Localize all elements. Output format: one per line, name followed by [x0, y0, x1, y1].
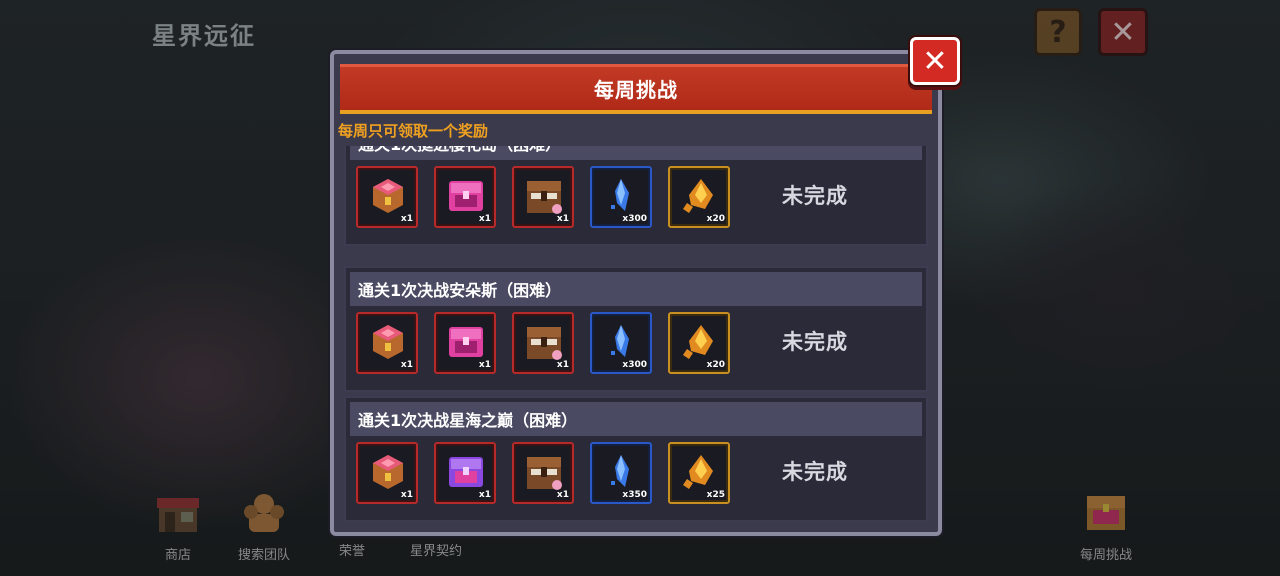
reward-slot[interactable]: x350 — [590, 442, 652, 504]
nav-search-team[interactable]: 搜索团队 — [224, 490, 304, 563]
challenge-title: 通关1次决战安朵斯（困难） — [358, 281, 562, 300]
wooden-chest-icon — [527, 457, 562, 490]
reward-slot[interactable]: x300 — [590, 312, 652, 374]
reward-quantity: x300 — [622, 360, 647, 370]
reward-quantity: x1 — [400, 360, 413, 370]
reward-slot[interactable]: x1 — [356, 312, 418, 374]
ruby-chest-icon — [373, 179, 403, 213]
challenge-list[interactable]: 通关1次挺进樱花岛（困难） x1 x1 x1 x300 x20 — [344, 146, 928, 526]
challenge-status: 未完成 — [782, 330, 848, 354]
blue-crystal-icon — [611, 325, 629, 357]
challenge-card-header: 通关1次挺进樱花岛（困难） — [350, 146, 922, 160]
reward-slot[interactable]: x20 — [668, 166, 730, 228]
reward-slot[interactable]: x300 — [590, 166, 652, 228]
pink-treasure-icon — [449, 327, 483, 357]
reward-quantity: x1 — [556, 490, 569, 500]
team-icon — [244, 494, 284, 532]
shop-icon — [157, 498, 199, 532]
nav-honor-label: 荣誉 — [338, 544, 365, 559]
nav-star-contract-label: 星界契约 — [409, 544, 462, 559]
dialog-header: 每周挑战 — [340, 64, 932, 114]
challenge-title: 通关1次挺进樱花岛（困难） — [358, 146, 561, 155]
ruby-chest-icon — [373, 325, 403, 359]
reward-quantity: x20 — [706, 214, 725, 224]
challenge-card-header: 通关1次决战安朵斯（困难） — [350, 272, 922, 306]
pink-treasure-icon — [449, 181, 483, 211]
dialog-title: 每周挑战 — [594, 78, 678, 102]
reward-quantity: x1 — [478, 490, 491, 500]
reward-slot[interactable]: x1 — [434, 312, 496, 374]
question-icon: ? — [1049, 14, 1067, 50]
reward-slot[interactable]: x20 — [668, 312, 730, 374]
exit-button[interactable]: ✕ — [1098, 8, 1148, 56]
challenge-status: 未完成 — [782, 184, 848, 208]
wooden-chest-icon — [527, 181, 562, 214]
reward-quantity: x300 — [622, 214, 647, 224]
treasure-chest-icon — [1087, 496, 1125, 530]
reward-quantity: x25 — [706, 490, 725, 500]
challenge-status: 未完成 — [782, 460, 848, 484]
reward-quantity: x1 — [478, 360, 491, 370]
reward-quantity: x1 — [400, 214, 413, 224]
gold-crystal-icon — [683, 325, 713, 359]
reward-list: x1 x1 x1 x350 x25 — [356, 442, 730, 504]
nav-search-team-label: 搜索团队 — [237, 548, 290, 563]
reward-slot[interactable]: x1 — [434, 166, 496, 228]
gold-crystal-icon — [683, 179, 713, 213]
blue-crystal-icon — [611, 179, 629, 211]
reward-quantity: x1 — [400, 490, 413, 500]
nav-shop-label: 商店 — [164, 548, 191, 563]
reward-slot[interactable]: x25 — [668, 442, 730, 504]
purple-treasure-icon — [449, 457, 483, 487]
blue-crystal-icon — [611, 455, 629, 487]
dialog-close-button[interactable]: ✕ — [910, 37, 960, 85]
ruby-chest-icon — [373, 455, 403, 489]
challenge-card: 通关1次挺进樱花岛（困难） x1 x1 x1 x300 x20 — [344, 146, 928, 246]
reward-slot[interactable]: x1 — [512, 166, 574, 228]
help-button[interactable]: ? — [1034, 8, 1082, 56]
reward-list: x1 x1 x1 x300 x20 — [356, 312, 730, 374]
challenge-card: 通关1次决战安朵斯（困难） x1 x1 x1 x300 x20 未完成 — [344, 266, 928, 392]
challenge-card: 通关1次决战星海之巅（困难） x1 x1 x1 x350 x25 未完成 — [344, 396, 928, 522]
reward-quantity: x1 — [556, 360, 569, 370]
reward-list: x1 x1 x1 x300 x20 — [356, 166, 730, 228]
nav-shop[interactable]: 商店 — [138, 490, 218, 563]
reward-quantity: x350 — [622, 490, 647, 500]
dialog-subtitle: 每周只可领取一个奖励 — [338, 122, 489, 140]
reward-slot[interactable]: x1 — [512, 312, 574, 374]
close-icon: ✕ — [1110, 14, 1136, 50]
screen-title: 星界远征 — [152, 22, 256, 50]
gold-crystal-icon — [683, 455, 713, 489]
challenge-title: 通关1次决战星海之巅（困难） — [358, 411, 578, 430]
reward-quantity: x1 — [556, 214, 569, 224]
reward-slot[interactable]: x1 — [356, 166, 418, 228]
reward-slot[interactable]: x1 — [434, 442, 496, 504]
challenge-card-header: 通关1次决战星海之巅（困难） — [350, 402, 922, 436]
wooden-chest-icon — [527, 327, 562, 360]
reward-quantity: x1 — [478, 214, 491, 224]
nav-weekly-challenge-label: 每周挑战 — [1079, 548, 1132, 563]
nav-weekly-challenge[interactable]: 每周挑战 — [1066, 490, 1146, 563]
reward-slot[interactable]: x1 — [512, 442, 574, 504]
reward-slot[interactable]: x1 — [356, 442, 418, 504]
close-icon: ✕ — [922, 43, 948, 79]
reward-quantity: x20 — [706, 360, 725, 370]
